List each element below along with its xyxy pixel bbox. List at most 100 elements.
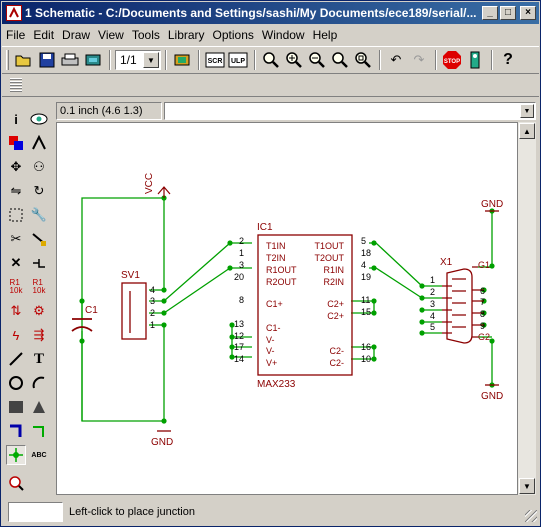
cam-icon[interactable]	[82, 49, 104, 71]
undo-icon[interactable]: ↶	[385, 49, 407, 71]
gnd-label-top-right: GND	[481, 199, 503, 210]
scroll-up-button[interactable]: ▲	[519, 123, 535, 139]
svg-text:19: 19	[361, 272, 371, 282]
split-icon[interactable]: ϟ	[6, 325, 26, 345]
maximize-button[interactable]: □	[500, 6, 516, 20]
menu-help[interactable]: Help	[309, 28, 342, 42]
label-icon[interactable]: ABC	[29, 445, 49, 465]
zoom-out-icon[interactable]	[306, 49, 328, 71]
rect-icon[interactable]	[6, 397, 26, 417]
invoke-icon[interactable]: ⇶	[29, 325, 49, 345]
sv1-pin-numbers: 4 3 2 1	[150, 285, 155, 330]
go-icon[interactable]	[464, 49, 486, 71]
minimize-button[interactable]: _	[482, 6, 498, 20]
zoom-area-icon[interactable]	[352, 49, 374, 71]
svg-text:1: 1	[150, 320, 155, 330]
menu-library[interactable]: Library	[164, 28, 209, 42]
delete-icon[interactable]: ✕	[6, 253, 26, 273]
toolbar-separator	[109, 50, 111, 70]
mirror-icon[interactable]: ⇋	[6, 181, 26, 201]
move-icon[interactable]: ✥	[6, 157, 26, 177]
erc-icon[interactable]	[6, 473, 26, 493]
chevron-down-icon[interactable]: ▼	[520, 104, 534, 118]
polygon-icon[interactable]	[29, 397, 49, 417]
ic1-label: IC1	[257, 222, 273, 233]
svg-text:T2IN: T2IN	[266, 253, 286, 263]
copy-icon[interactable]: ⚇	[29, 157, 49, 177]
svg-text:C1-: C1-	[266, 323, 281, 333]
status-message: Left-click to place junction	[69, 506, 195, 518]
sheet-select[interactable]: 1/1 ▼	[115, 50, 161, 70]
scroll-down-button[interactable]: ▼	[519, 478, 535, 494]
svg-text:C1+: C1+	[266, 299, 283, 309]
menu-file[interactable]: File	[2, 28, 29, 42]
script-icon[interactable]: SCR	[204, 49, 226, 71]
menu-options[interactable]: Options	[209, 28, 258, 42]
circle-icon[interactable]	[6, 373, 26, 393]
open-icon[interactable]	[13, 49, 35, 71]
add-icon[interactable]	[29, 253, 49, 273]
close-button[interactable]: ×	[520, 6, 536, 20]
stop-icon[interactable]: STOP	[441, 49, 463, 71]
coordinate-display: 0.1 inch (4.6 1.3)	[56, 102, 162, 120]
svg-text:9: 9	[480, 321, 485, 331]
show-icon[interactable]	[29, 109, 49, 129]
ulp-icon[interactable]: ULP	[227, 49, 249, 71]
change-icon[interactable]: 🔧	[29, 205, 49, 225]
toolbar-separator	[254, 50, 256, 70]
command-line-input[interactable]: ▼	[164, 102, 536, 120]
menu-tools[interactable]: Tools	[128, 28, 164, 42]
bus-icon[interactable]	[6, 421, 26, 441]
menu-view[interactable]: View	[94, 28, 128, 42]
svg-text:12: 12	[234, 331, 244, 341]
schematic-drawing[interactable]: VCC GND GND GND C1 SV1 4 3 2 1 IC1 MAX23…	[57, 123, 517, 494]
info-icon[interactable]: i	[6, 109, 26, 129]
svg-text:3: 3	[430, 299, 435, 309]
help-icon[interactable]: ?	[497, 49, 519, 71]
x1-label: X1	[440, 257, 453, 268]
svg-text:16: 16	[361, 342, 371, 352]
save-icon[interactable]	[36, 49, 58, 71]
rotate-icon[interactable]: ↻	[29, 181, 49, 201]
toolbar-separator	[379, 50, 381, 70]
redo-icon[interactable]: ↷	[408, 49, 430, 71]
replace-icon[interactable]: ⚙	[29, 301, 49, 321]
mark-icon[interactable]	[29, 133, 49, 153]
display-icon[interactable]	[6, 133, 26, 153]
zoom-in-icon[interactable]	[283, 49, 305, 71]
menu-draw[interactable]: Draw	[58, 28, 94, 42]
gnd-label-bottom-right: GND	[481, 391, 503, 402]
schematic-canvas[interactable]: VCC GND GND GND C1 SV1 4 3 2 1 IC1 MAX23…	[56, 122, 518, 495]
svg-text:1: 1	[430, 275, 435, 285]
svg-text:C2+: C2+	[327, 311, 344, 321]
net-icon[interactable]	[29, 421, 49, 441]
text-icon[interactable]: T	[29, 349, 49, 369]
cut-icon[interactable]: ✂	[6, 229, 26, 249]
toolbar-separator	[435, 50, 437, 70]
vertical-scrollbar[interactable]: ▲ ▼	[518, 122, 536, 495]
arc-icon[interactable]	[29, 373, 49, 393]
paste-icon[interactable]	[29, 229, 49, 249]
chevron-down-icon[interactable]: ▼	[143, 52, 159, 68]
pinswap-icon[interactable]: R1 10k	[6, 277, 26, 297]
title-bar[interactable]: 1 Schematic - C:/Documents and Settings/…	[2, 2, 539, 24]
junction-icon[interactable]	[6, 445, 26, 465]
svg-text:8: 8	[480, 309, 485, 319]
resize-grip[interactable]	[525, 510, 537, 522]
zoom-redraw-icon[interactable]	[329, 49, 351, 71]
menu-window[interactable]: Window	[258, 28, 309, 42]
group-icon[interactable]	[6, 205, 26, 225]
print-icon[interactable]	[59, 49, 81, 71]
menu-edit[interactable]: Edit	[29, 28, 58, 42]
eagle-window: 1 Schematic - C:/Documents and Settings/…	[0, 0, 541, 527]
wire-icon[interactable]	[6, 349, 26, 369]
svg-text:V+: V+	[266, 358, 277, 368]
toolbar-grip[interactable]	[6, 50, 9, 70]
board-icon[interactable]	[171, 49, 193, 71]
gateswap-icon[interactable]: ⇅	[6, 301, 26, 321]
svg-text:4: 4	[430, 311, 435, 321]
toolbar-grip[interactable]	[10, 78, 22, 92]
zoom-fit-icon[interactable]	[260, 49, 282, 71]
value-icon[interactable]: R1 10k	[29, 277, 49, 297]
connector-sv1	[121, 282, 147, 340]
